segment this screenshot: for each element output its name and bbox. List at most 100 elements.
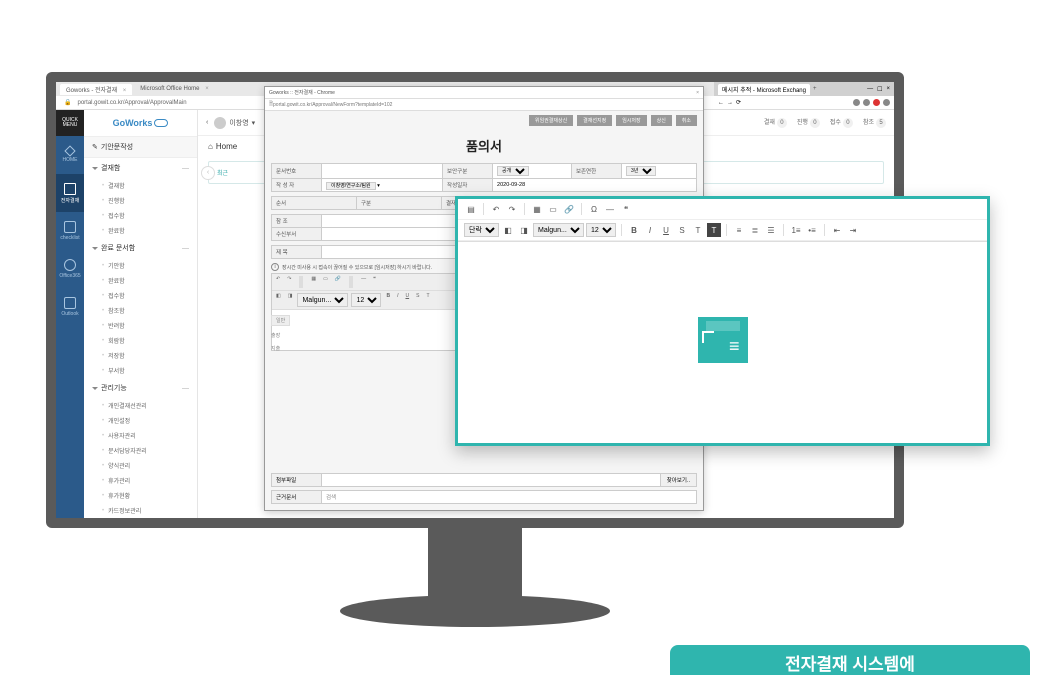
- home-icon[interactable]: ⌂: [208, 142, 213, 151]
- close-icon[interactable]: ×: [886, 86, 890, 93]
- size-select[interactable]: 12: [586, 223, 616, 237]
- format-icon[interactable]: ◨: [286, 293, 295, 307]
- outdent-icon[interactable]: ⇤: [830, 223, 844, 237]
- table-icon[interactable]: ▦: [309, 276, 318, 288]
- sidebar-item[interactable]: 반려함: [84, 318, 197, 333]
- size-select[interactable]: 12: [351, 293, 381, 307]
- search-button[interactable]: 검색: [322, 491, 696, 503]
- font-select[interactable]: Malgun...: [533, 223, 584, 237]
- prev-arrow-icon[interactable]: ‹: [201, 166, 215, 180]
- submit-button[interactable]: 상신: [651, 115, 672, 126]
- qm-approval[interactable]: 전자결재: [56, 174, 84, 212]
- strike-icon[interactable]: S: [414, 293, 421, 307]
- format-icon[interactable]: ◨: [517, 223, 531, 237]
- image-icon[interactable]: ▭: [321, 276, 330, 288]
- sidebar-item[interactable]: 양식관리: [84, 458, 197, 473]
- sidebar-item[interactable]: 접수함: [84, 288, 197, 303]
- align-left-icon[interactable]: ≡: [732, 223, 746, 237]
- retention-select[interactable]: 3년: [626, 166, 656, 176]
- section-admin[interactable]: 관리기능 —: [84, 378, 197, 398]
- sidebar-item[interactable]: 완료함: [84, 223, 197, 238]
- redo-icon[interactable]: ↷: [505, 202, 519, 216]
- link-icon[interactable]: 🔗: [333, 276, 343, 288]
- align-center-icon[interactable]: ≣: [748, 223, 762, 237]
- count-item[interactable]: 진행0: [797, 117, 820, 128]
- sidebar-item[interactable]: 휴가관리: [84, 473, 197, 488]
- collapse-icon[interactable]: —: [182, 165, 189, 172]
- new-tab-icon[interactable]: +: [813, 86, 817, 92]
- indent-icon[interactable]: ⇥: [846, 223, 860, 237]
- bold-icon[interactable]: B: [627, 223, 641, 237]
- source-icon[interactable]: ▤: [464, 202, 478, 216]
- table-icon[interactable]: ▦: [530, 202, 544, 216]
- close-icon[interactable]: ×: [123, 88, 127, 94]
- sidebar-item[interactable]: 완료함: [84, 273, 197, 288]
- undo-icon[interactable]: ↶: [489, 202, 503, 216]
- sidebar-item[interactable]: 회람함: [84, 333, 197, 348]
- bold-icon[interactable]: B: [384, 293, 392, 307]
- special-char-icon[interactable]: Ω: [587, 202, 601, 216]
- hr-icon[interactable]: —: [359, 276, 368, 288]
- collapse-icon[interactable]: —: [182, 385, 189, 392]
- close-icon[interactable]: ×: [696, 90, 699, 96]
- bgcolor-icon[interactable]: T: [707, 223, 721, 237]
- popup-url-bar[interactable]: 🗎 portal.gowit.co.kr/Approval/NewForm?te…: [265, 99, 703, 111]
- maximize-icon[interactable]: ☐: [877, 86, 882, 93]
- undo-icon[interactable]: ↶: [274, 276, 282, 288]
- sidebar-item[interactable]: 기안함: [84, 258, 197, 273]
- cancel-button[interactable]: 취소: [676, 115, 697, 126]
- sidebar-item[interactable]: 부서함: [84, 363, 197, 378]
- textcolor-icon[interactable]: T: [424, 293, 431, 307]
- count-item[interactable]: 참조5: [863, 117, 886, 128]
- bg-tab-1[interactable]: Goworks - 전자결재 ×: [60, 84, 132, 95]
- quote-icon[interactable]: ❝: [619, 202, 633, 216]
- qm-home[interactable]: HOME: [56, 136, 84, 174]
- user-chip[interactable]: 이창영 ▾: [214, 117, 255, 129]
- qm-outlook[interactable]: Outlook: [56, 288, 84, 326]
- underline-icon[interactable]: U: [659, 223, 673, 237]
- chevron-down-icon[interactable]: ▾: [377, 183, 380, 189]
- redo-icon[interactable]: ↷: [285, 276, 293, 288]
- list-ol-icon[interactable]: 1≡: [789, 223, 803, 237]
- compose-button[interactable]: ✎ 기안문작성: [84, 136, 197, 158]
- ext-icon[interactable]: [873, 99, 880, 106]
- forward-icon[interactable]: →: [727, 100, 733, 106]
- format-icon[interactable]: ◧: [274, 293, 283, 307]
- list-ul-icon[interactable]: •≡: [805, 223, 819, 237]
- sidebar-item[interactable]: 진행함: [84, 193, 197, 208]
- editor-body[interactable]: [458, 242, 987, 438]
- sidebar-item[interactable]: 참조함: [84, 303, 197, 318]
- count-item[interactable]: 접수0: [830, 117, 853, 128]
- profile-icon[interactable]: [883, 99, 890, 106]
- approval-line-button[interactable]: 결재선지정: [577, 115, 612, 126]
- quote-icon[interactable]: ❝: [371, 276, 378, 288]
- image-icon[interactable]: ▭: [546, 202, 560, 216]
- align-right-icon[interactable]: ☰: [764, 223, 778, 237]
- bg-tab-2[interactable]: Microsoft Office Home ×: [134, 85, 214, 93]
- sidebar-item[interactable]: 접수함: [84, 208, 197, 223]
- style-select[interactable]: 단락: [464, 223, 499, 237]
- back-icon[interactable]: ←: [718, 100, 724, 106]
- close-icon[interactable]: ×: [205, 86, 209, 92]
- sidebar-item[interactable]: 휴가현황: [84, 488, 197, 503]
- italic-icon[interactable]: I: [643, 223, 657, 237]
- textcolor-icon[interactable]: T: [691, 223, 705, 237]
- font-select[interactable]: Malgun...: [297, 293, 348, 307]
- sidebar-item[interactable]: 저장함: [84, 348, 197, 363]
- reload-icon[interactable]: ⟳: [736, 99, 741, 106]
- sidebar-item[interactable]: 결재함: [84, 178, 197, 193]
- minimize-icon[interactable]: —: [867, 86, 873, 93]
- sidebar-item[interactable]: 카드정보관리: [84, 503, 197, 518]
- qm-office365[interactable]: Office365: [56, 250, 84, 288]
- sidebar-item[interactable]: 개인결재선관리: [84, 398, 197, 413]
- link-icon[interactable]: 🔗: [562, 202, 576, 216]
- count-item[interactable]: 결재0: [764, 117, 787, 128]
- italic-icon[interactable]: I: [395, 293, 400, 307]
- side-tab[interactable]: 출장: [271, 332, 290, 339]
- sidebar-item[interactable]: 사용자관리: [84, 428, 197, 443]
- delegate-button[interactable]: 위임권결재상신: [529, 115, 573, 126]
- side-tab[interactable]: 지출: [271, 345, 290, 352]
- ext-icon[interactable]: [853, 99, 860, 106]
- section-approval-box[interactable]: 결재함 —: [84, 158, 197, 178]
- hr-icon[interactable]: —: [603, 202, 617, 216]
